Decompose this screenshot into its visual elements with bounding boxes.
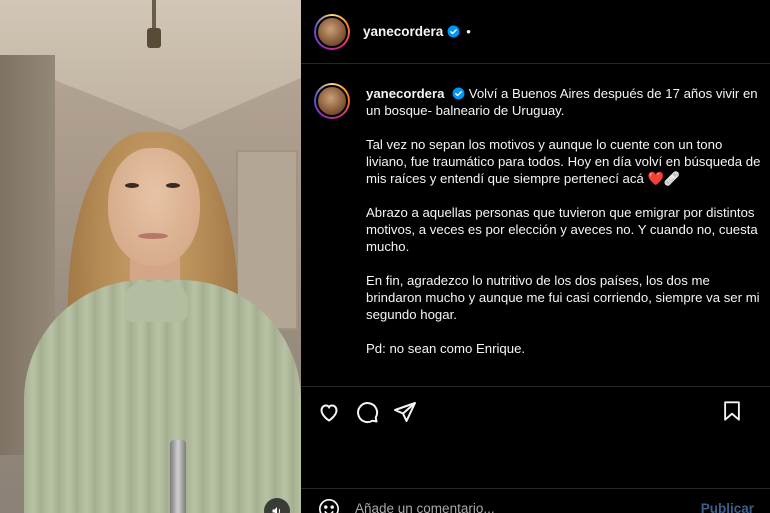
heart-icon[interactable]: [317, 400, 341, 424]
post-media[interactable]: [0, 0, 301, 513]
caption-username[interactable]: yanecordera: [366, 86, 444, 101]
bottle: [170, 440, 186, 513]
caption-avatar[interactable]: [314, 83, 350, 119]
comment-input[interactable]: [355, 501, 701, 513]
post-caption: yanecordera Volví a Buenos Aires después…: [314, 83, 762, 374]
comment-bar: Publicar: [301, 488, 770, 513]
bookmark-icon[interactable]: [720, 399, 744, 423]
publish-button[interactable]: Publicar: [701, 501, 754, 513]
light-fixture: [147, 0, 161, 62]
emoji-icon[interactable]: [317, 497, 341, 513]
verified-icon: [452, 87, 465, 100]
comment-icon[interactable]: [355, 400, 379, 424]
caption-paragraph: yanecordera Volví a Buenos Aires después…: [366, 85, 762, 119]
caption-paragraph: En fin, agradezco lo nutritivo de los do…: [366, 273, 760, 322]
mouth: [138, 233, 168, 239]
left-eye: [125, 183, 139, 188]
header-separator: •: [466, 24, 471, 39]
post-header: yanecordera •: [301, 0, 770, 64]
share-icon[interactable]: [393, 400, 417, 424]
caption-paragraph: Tal vez no sepan los motivos y aunque lo…: [366, 137, 761, 186]
caption-paragraph: Abrazo a aquellas personas que tuvieron …: [366, 205, 758, 254]
right-eye: [166, 183, 180, 188]
header-username[interactable]: yanecordera: [363, 24, 443, 39]
person-face: [108, 148, 200, 266]
caption-text: yanecordera Volví a Buenos Aires después…: [366, 83, 762, 374]
action-bar: [301, 386, 770, 436]
caption-paragraph: Pd: no sean como Enrique.: [366, 341, 526, 356]
sweater-collar: [124, 282, 188, 322]
avatar[interactable]: [314, 13, 350, 50]
verified-icon: [447, 25, 460, 38]
post-details-panel: yanecordera • yanecordera Volví a Buenos…: [301, 0, 770, 513]
